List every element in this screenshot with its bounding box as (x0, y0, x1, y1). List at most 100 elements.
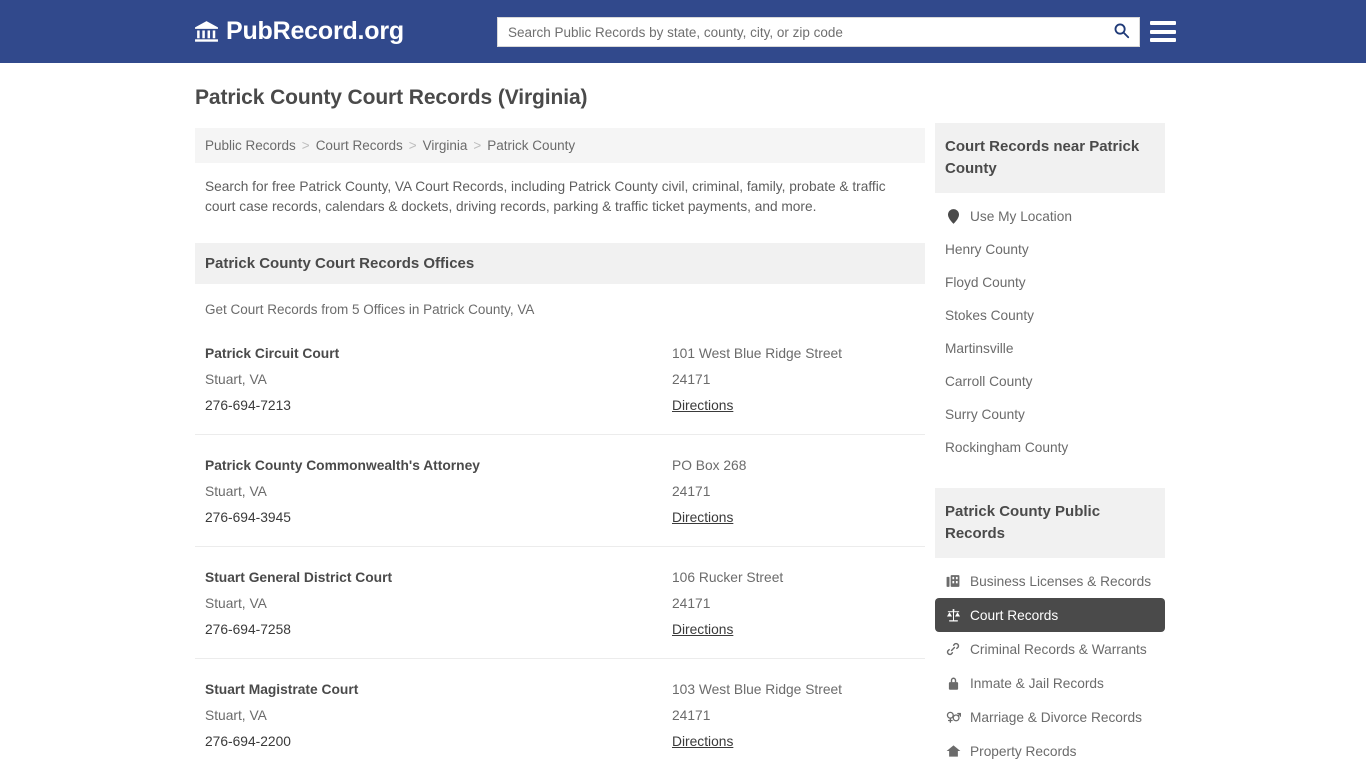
hamburger-menu-icon[interactable] (1150, 19, 1176, 44)
office-name: Patrick Circuit Court (205, 346, 340, 361)
office-city: Stuart, VA (205, 596, 267, 611)
office-address: PO Box 268 (672, 458, 747, 473)
site-header: PubRecord.org (0, 0, 1366, 63)
directions-link[interactable]: Directions (672, 393, 733, 419)
office-info-column: Stuart General District Court Stuart, VA… (205, 565, 672, 643)
office-phone[interactable]: 276-694-7258 (205, 617, 672, 643)
sidebar-item-label: Stokes County (945, 308, 1035, 323)
hamburger-bar (1150, 38, 1176, 42)
sidebar-item-surry-county[interactable]: Surry County (935, 398, 1165, 431)
breadcrumb-item-virginia[interactable]: Virginia (423, 138, 468, 153)
nearby-counties-list: Use My Location Henry County Floyd Count… (935, 193, 1165, 464)
sidebar-item-henry-county[interactable]: Henry County (935, 233, 1165, 266)
sidebar-item-business-licenses[interactable]: Business Licenses & Records (935, 564, 1165, 598)
sidebar-item-label: Floyd County (945, 275, 1026, 290)
sidebar: Court Records near Patrick County Use My… (935, 123, 1165, 768)
breadcrumb: Public Records > Court Records > Virgini… (195, 128, 925, 163)
map-pin-icon (945, 208, 961, 224)
office-name: Stuart Magistrate Court (205, 682, 359, 697)
offices-count-note: Get Court Records from 5 Offices in Patr… (205, 302, 535, 317)
breadcrumb-item-public-records[interactable]: Public Records (205, 138, 296, 153)
table-row: Stuart Magistrate Court Stuart, VA 276-6… (195, 659, 925, 768)
house-icon (945, 743, 961, 759)
page-description: Search for free Patrick County, VA Court… (205, 179, 886, 214)
sidebar-item-use-my-location[interactable]: Use My Location (935, 199, 1165, 233)
briefcase-icon (945, 573, 961, 589)
table-row: Stuart General District Court Stuart, VA… (195, 547, 925, 659)
directions-link[interactable]: Directions (672, 729, 733, 755)
site-logo[interactable]: PubRecord.org (194, 17, 404, 46)
site-logo-text: PubRecord.org (226, 17, 404, 45)
office-zip: 24171 (672, 372, 711, 387)
breadcrumb-item-patrick-county[interactable]: Patrick County (487, 138, 575, 153)
scales-of-justice-icon (945, 607, 961, 623)
sidebar-item-rockingham-county[interactable]: Rockingham County (935, 431, 1165, 464)
breadcrumb-item-court-records[interactable]: Court Records (316, 138, 403, 153)
breadcrumb-separator-icon: > (301, 138, 310, 153)
breadcrumb-separator-icon: > (473, 138, 482, 153)
office-phone[interactable]: 276-694-2200 (205, 729, 672, 755)
bank-building-icon (194, 19, 219, 44)
table-row: Patrick Circuit Court Stuart, VA 276-694… (195, 317, 925, 435)
office-zip: 24171 (672, 484, 711, 499)
lock-icon (945, 675, 961, 691)
sidebar-item-label: Property Records (970, 743, 1077, 759)
office-address-column: 106 Rucker Street 24171 Directions (672, 565, 915, 643)
search-input[interactable] (498, 18, 1103, 46)
office-city: Stuart, VA (205, 708, 267, 723)
gender-symbols-icon (945, 709, 961, 725)
sidebar-item-label: Court Records (970, 607, 1059, 623)
sidebar-item-court-records[interactable]: Court Records (935, 598, 1165, 632)
breadcrumb-separator-icon: > (408, 138, 417, 153)
office-city: Stuart, VA (205, 372, 267, 387)
chain-link-icon (945, 641, 961, 657)
office-address-column: 103 West Blue Ridge Street 24171 Directi… (672, 677, 915, 755)
page-title: Patrick County Court Records (Virginia) (195, 86, 588, 109)
search-button[interactable] (1103, 18, 1139, 46)
office-zip: 24171 (672, 596, 711, 611)
sidebar-panel-title-nearby: Court Records near Patrick County (935, 123, 1165, 193)
office-zip: 24171 (672, 708, 711, 723)
table-row: Patrick County Commonwealth's Attorney S… (195, 435, 925, 547)
office-address-column: PO Box 268 24171 Directions (672, 453, 915, 531)
sidebar-item-label: Marriage & Divorce Records (970, 709, 1142, 725)
office-info-column: Stuart Magistrate Court Stuart, VA 276-6… (205, 677, 672, 755)
sidebar-item-carroll-county[interactable]: Carroll County (935, 365, 1165, 398)
sidebar-item-label: Criminal Records & Warrants (970, 641, 1147, 657)
office-address: 103 West Blue Ridge Street (672, 682, 843, 697)
sidebar-item-label: Surry County (945, 407, 1025, 422)
search-bar[interactable] (497, 17, 1140, 47)
office-name: Patrick County Commonwealth's Attorney (205, 458, 480, 473)
office-name: Stuart General District Court (205, 570, 393, 585)
hamburger-bar (1150, 29, 1176, 34)
directions-link[interactable]: Directions (672, 617, 733, 643)
office-address-column: 101 West Blue Ridge Street 24171 Directi… (672, 341, 915, 419)
office-address: 101 West Blue Ridge Street (672, 346, 843, 361)
sidebar-item-marriage-divorce-records[interactable]: Marriage & Divorce Records (935, 700, 1165, 734)
office-info-column: Patrick Circuit Court Stuart, VA 276-694… (205, 341, 672, 419)
sidebar-panel-title-public-records: Patrick County Public Records (935, 488, 1165, 558)
sidebar-item-label: Rockingham County (945, 440, 1069, 455)
office-info-column: Patrick County Commonwealth's Attorney S… (205, 453, 672, 531)
sidebar-item-stokes-county[interactable]: Stokes County (935, 299, 1165, 332)
sidebar-item-floyd-county[interactable]: Floyd County (935, 266, 1165, 299)
sidebar-item-label: Carroll County (945, 374, 1033, 389)
sidebar-item-criminal-records[interactable]: Criminal Records & Warrants (935, 632, 1165, 666)
public-records-list: Business Licenses & Records Court Record… (935, 558, 1165, 768)
sidebar-item-label: Inmate & Jail Records (970, 675, 1104, 691)
office-address: 106 Rucker Street (672, 570, 784, 585)
office-phone[interactable]: 276-694-7213 (205, 393, 672, 419)
office-phone[interactable]: 276-694-3945 (205, 505, 672, 531)
sidebar-item-inmate-jail-records[interactable]: Inmate & Jail Records (935, 666, 1165, 700)
sidebar-item-label: Martinsville (945, 341, 1014, 356)
search-icon (1113, 22, 1130, 42)
section-header-offices: Patrick County Court Records Offices (195, 243, 925, 284)
main-content: Patrick County Court Records (Virginia) … (195, 86, 925, 768)
hamburger-bar (1150, 21, 1176, 25)
sidebar-item-label: Business Licenses & Records (970, 573, 1152, 589)
sidebar-item-property-records[interactable]: Property Records (935, 734, 1165, 768)
sidebar-item-martinsville[interactable]: Martinsville (935, 332, 1165, 365)
sidebar-item-label: Henry County (945, 242, 1029, 257)
directions-link[interactable]: Directions (672, 505, 733, 531)
